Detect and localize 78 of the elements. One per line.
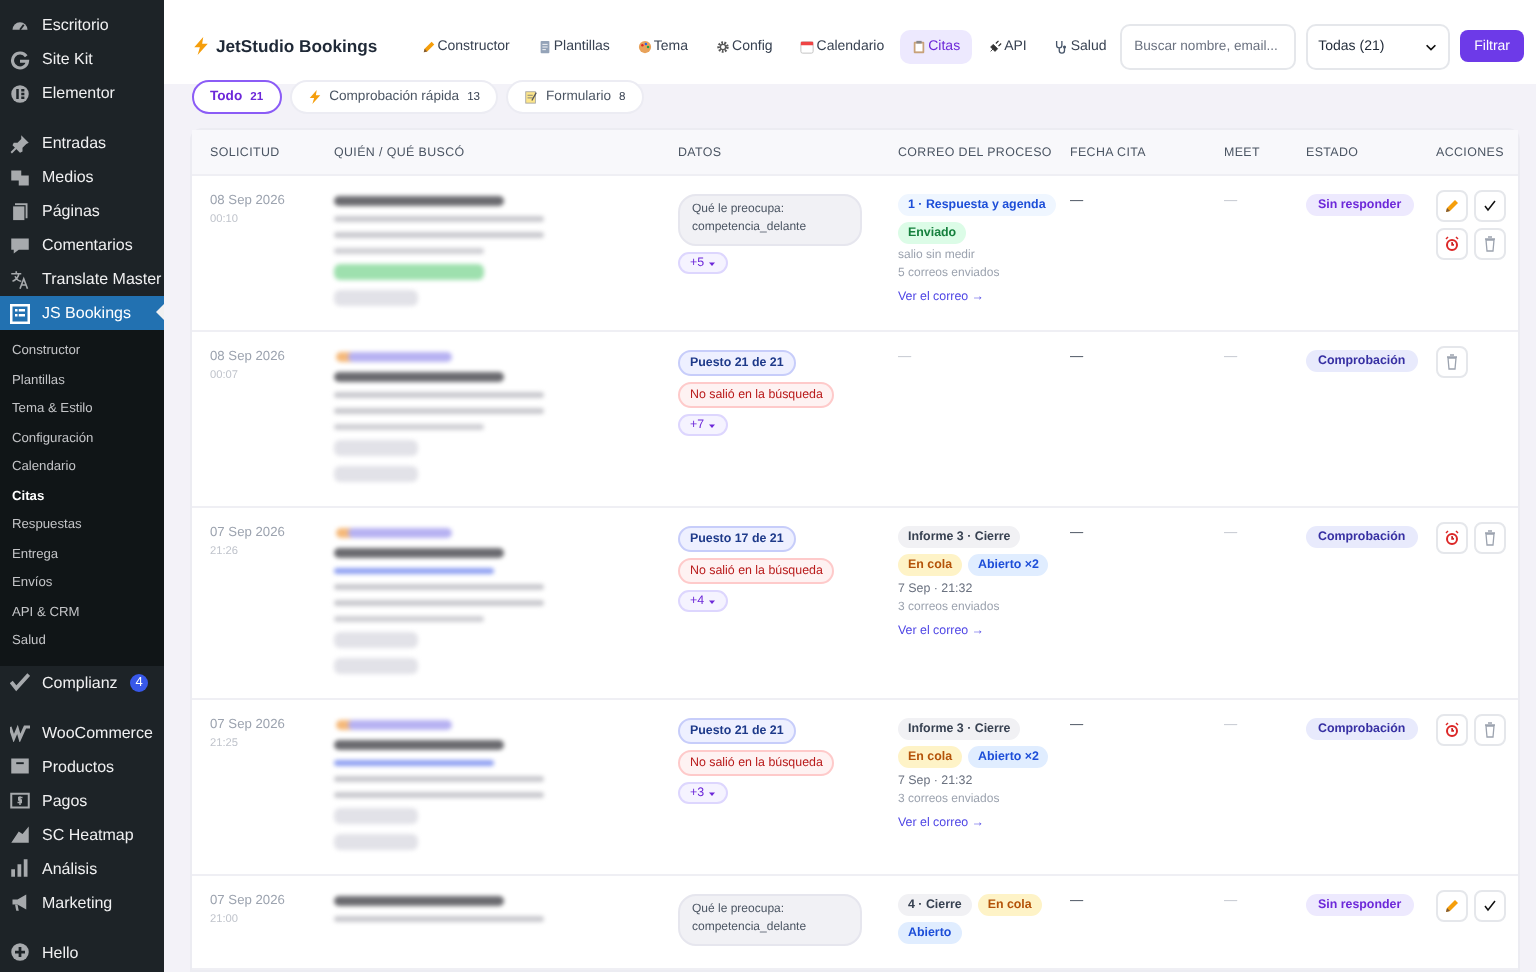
- redacted-text: [348, 528, 452, 538]
- arc-logo-icon: [10, 49, 30, 69]
- menu-item[interactable]: Productos: [0, 749, 164, 783]
- plug-icon: [988, 39, 1003, 53]
- menu-item[interactable]: SC Heatmap: [0, 817, 164, 851]
- delete-button[interactable]: [1474, 522, 1506, 554]
- menu-item[interactable]: Elementor: [0, 76, 164, 110]
- redacted-text: [334, 290, 418, 306]
- check-icon: [10, 672, 30, 692]
- menu-item[interactable]: Translate Master: [0, 262, 164, 296]
- menu-item[interactable]: Marketing: [0, 885, 164, 919]
- chart-icon: [10, 824, 30, 844]
- menu-item[interactable]: Entradas: [0, 126, 164, 160]
- menu-item[interactable]: Páginas: [0, 194, 164, 228]
- trash-icon: [1482, 236, 1498, 252]
- alarm-clock-icon: [1444, 530, 1460, 546]
- redacted-text: [348, 352, 452, 362]
- menu-item[interactable]: Site Kit: [0, 42, 164, 76]
- reminder-button[interactable]: [1436, 522, 1468, 554]
- lightning-bolt-icon: [307, 90, 322, 104]
- reminder-button[interactable]: [1436, 714, 1468, 746]
- delete-button[interactable]: [1436, 346, 1468, 378]
- done-button[interactable]: [1474, 190, 1506, 222]
- pages-icon: [10, 201, 30, 221]
- trash-icon: [1482, 530, 1498, 546]
- lightning-bolt-icon: [192, 36, 210, 56]
- redacted-text: [334, 658, 418, 674]
- memo-icon: [524, 90, 539, 104]
- translate-icon: [10, 269, 30, 289]
- pencil-icon: [1444, 198, 1460, 214]
- stethoscope-icon: [1054, 39, 1069, 53]
- check-icon: [1482, 898, 1498, 914]
- trash-icon: [1444, 354, 1460, 370]
- plus-circle-icon: [10, 942, 30, 962]
- calendar-icon: [10, 303, 30, 323]
- caret-down-icon: [708, 597, 717, 605]
- pin-icon: [10, 133, 30, 153]
- zigzag-logo-icon: [10, 722, 30, 742]
- menu-item[interactable]: Medios: [0, 160, 164, 194]
- speech-bubble-icon: [10, 235, 30, 255]
- reminder-button[interactable]: [1436, 228, 1468, 260]
- pages-icon: [537, 39, 552, 53]
- pencil-icon: [421, 39, 436, 53]
- bar-chart-icon: [10, 858, 30, 878]
- archive-box-icon: [10, 756, 30, 776]
- calendar-icon: [800, 39, 815, 53]
- alarm-clock-icon: [1444, 722, 1460, 738]
- delete-button[interactable]: [1474, 714, 1506, 746]
- money-card-icon: [10, 790, 30, 810]
- clipboard-icon: [912, 39, 927, 53]
- caret-down-icon: [708, 421, 717, 429]
- redacted-text: [348, 720, 452, 730]
- redacted-text: [334, 466, 418, 482]
- menu-item[interactable]: Pagos: [0, 783, 164, 817]
- media-icon: [10, 167, 30, 187]
- alarm-clock-icon: [1444, 236, 1460, 252]
- gear-icon: [716, 39, 731, 53]
- chevron-down-icon: [1424, 39, 1439, 53]
- trash-icon: [1482, 722, 1498, 738]
- caret-down-icon: [708, 789, 717, 797]
- redacted-text: [334, 808, 418, 824]
- menu-item[interactable]: Escritorio: [0, 8, 164, 42]
- done-button[interactable]: [1474, 890, 1506, 922]
- check-icon: [1482, 198, 1498, 214]
- circle-logo-icon: [10, 83, 30, 103]
- menu-item[interactable]: Hello: [0, 935, 164, 969]
- menu-item[interactable]: Análisis: [0, 851, 164, 885]
- pencil-icon: [1444, 898, 1460, 914]
- megaphone-icon: [10, 892, 30, 912]
- redacted-text: [334, 440, 418, 456]
- menu-item[interactable]: WooCommerce: [0, 715, 164, 749]
- app-title: JetStudio Bookings: [216, 36, 378, 56]
- caret-down-icon: [708, 259, 717, 267]
- palette-icon: [637, 39, 652, 53]
- redacted-text: [334, 834, 418, 850]
- menu-item[interactable]: JS Bookings: [0, 296, 164, 330]
- menu-item[interactable]: Comentarios: [0, 228, 164, 262]
- redacted-text: [334, 632, 418, 648]
